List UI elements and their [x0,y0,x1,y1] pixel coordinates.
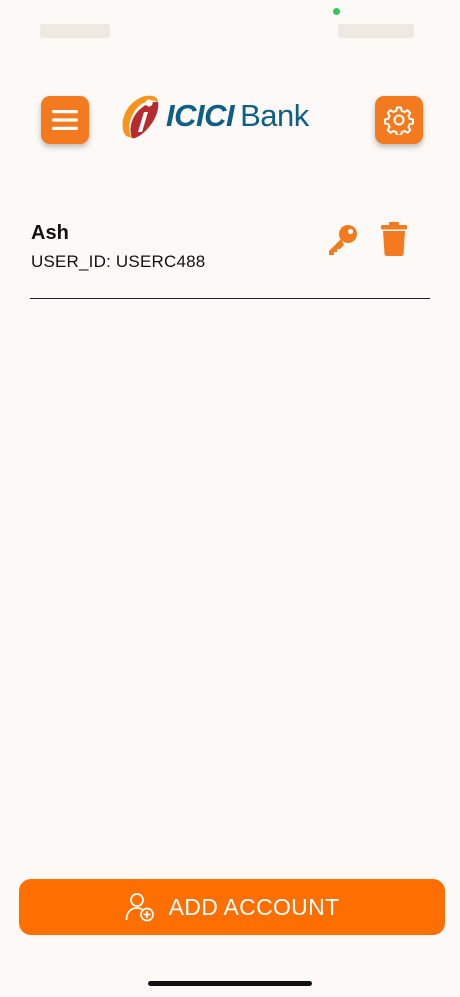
app-screen: ICICI Bank Ash USER_ID: USERC488 ADD ACC… [0,0,460,997]
account-list-item[interactable]: Ash USER_ID: USERC488 [30,214,430,299]
status-time-placeholder [40,24,110,38]
logo-wordmark: ICICI Bank [166,98,309,134]
status-bar [0,0,460,60]
gear-icon [384,106,414,135]
add-account-button[interactable]: ADD ACCOUNT [19,879,445,935]
bank-logo: ICICI Bank [118,92,348,140]
logo-suffix-text: Bank [240,98,309,133]
add-user-icon [125,893,154,922]
camera-indicator-dot [333,8,340,15]
trash-icon[interactable] [380,222,408,256]
key-icon[interactable] [326,222,360,256]
icici-logo-icon [122,95,159,139]
account-name: Ash [31,222,69,244]
hamburger-icon [52,110,78,130]
settings-button[interactable] [375,96,423,144]
menu-button[interactable] [41,96,89,144]
account-user-id: USER_ID: USERC488 [31,252,206,271]
add-account-label: ADD ACCOUNT [168,893,340,920]
logo-brand-text: ICICI [166,98,235,133]
status-icons-placeholder [338,24,414,38]
home-indicator[interactable] [148,981,312,986]
